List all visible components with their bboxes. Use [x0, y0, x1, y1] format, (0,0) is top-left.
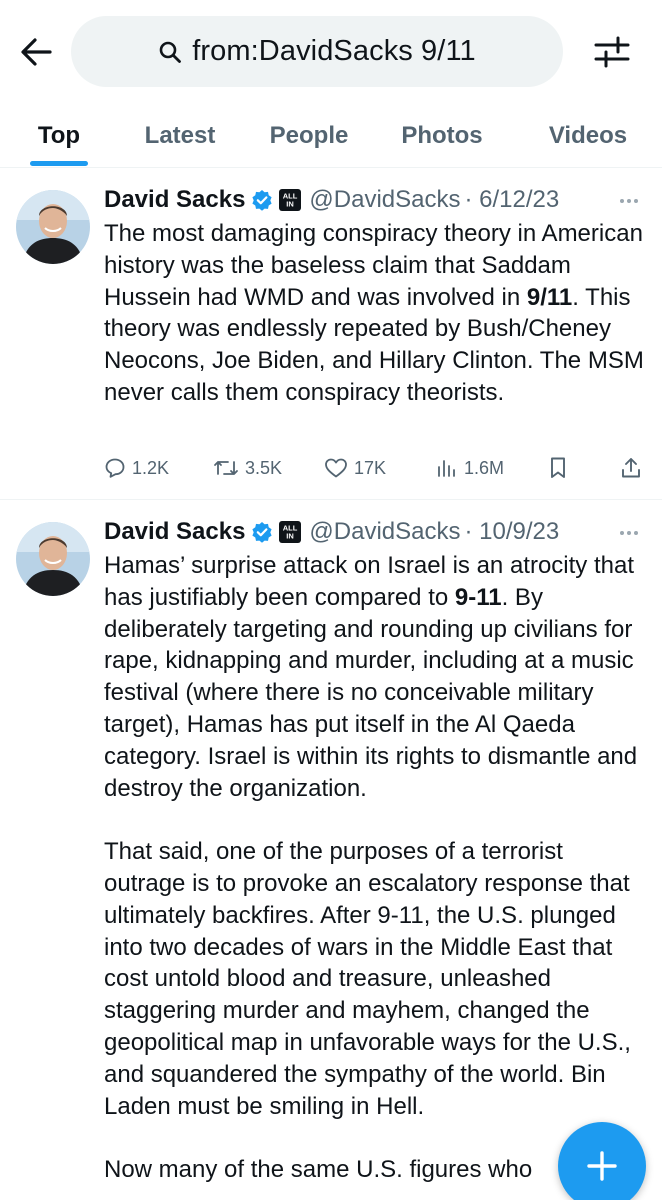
tweet-text: Hamas’ surprise attack on Israel is an a…: [104, 550, 650, 1186]
sliders-icon: [594, 36, 630, 68]
affiliation-badge: ALL IN: [279, 189, 302, 211]
top-bar: from:DavidSacks 9/11: [0, 0, 662, 105]
highlighted-term: 9/11: [526, 283, 573, 311]
compose-button[interactable]: [558, 1122, 646, 1200]
tab-photos[interactable]: Photos: [388, 105, 496, 167]
author-name[interactable]: David Sacks: [104, 518, 245, 546]
search-tabs: Top Latest People Photos Videos: [0, 105, 662, 168]
views-button[interactable]: 1.6M: [436, 453, 504, 483]
highlighted-term: 9-11: [454, 583, 502, 611]
avatar-image: [16, 522, 90, 596]
avatar[interactable]: [16, 522, 90, 596]
svg-text:IN: IN: [287, 200, 295, 209]
repost-count: 3.5K: [245, 457, 283, 478]
like-count: 17K: [354, 457, 387, 478]
repost-button[interactable]: 3.5K: [213, 453, 282, 483]
tweet-paragraph: Hamas’ surprise attack on Israel is an a…: [104, 550, 650, 804]
author-handle[interactable]: @DavidSacks: [309, 186, 460, 214]
search-query: from:DavidSacks 9/11: [192, 35, 476, 67]
bookmark-icon: [551, 457, 565, 478]
ellipsis-icon: [620, 199, 624, 203]
bookmark-button[interactable]: [548, 453, 568, 483]
back-button[interactable]: [14, 30, 58, 74]
plus-icon: [587, 1151, 617, 1181]
tweet-text-run: . By deliberately targeting and rounding…: [104, 583, 638, 802]
like-button[interactable]: 17K: [324, 453, 386, 483]
search-filter-button[interactable]: [588, 30, 636, 74]
verified-badge-icon: [252, 190, 273, 211]
more-options-button[interactable]: [614, 520, 644, 546]
tweet-date[interactable]: · 6/12/23: [465, 186, 560, 214]
tweet-date[interactable]: · 10/9/23: [465, 518, 560, 546]
tab-videos[interactable]: Videos: [532, 105, 644, 167]
svg-text:IN: IN: [287, 532, 295, 541]
magnifier-icon: [159, 41, 182, 63]
heart-icon: [325, 458, 347, 478]
view-count: 1.6M: [464, 457, 505, 478]
more-options-button[interactable]: [614, 188, 644, 214]
tab-latest[interactable]: Latest: [130, 105, 230, 167]
reply-count: 1.2K: [132, 457, 170, 478]
verified-badge-icon: [252, 522, 273, 543]
ellipsis-icon: [620, 531, 624, 535]
author-name[interactable]: David Sacks: [104, 186, 245, 214]
tweet-text-run: Now many of the same U.S. figures who: [104, 1156, 533, 1184]
tweet-paragraph: That said, one of the purposes of a terr…: [104, 836, 650, 1122]
share-icon: [622, 458, 640, 478]
repost-icon: [214, 461, 238, 475]
search-input[interactable]: from:DavidSacks 9/11: [71, 16, 563, 87]
affiliation-logo: ALL IN: [283, 192, 298, 209]
tweet-text-run: That said, one of the purposes of a terr…: [104, 838, 631, 1120]
tweet[interactable]: David Sacks ALL IN @DavidSacks · 6/12/23…: [0, 168, 662, 499]
tab-people[interactable]: People: [254, 105, 364, 167]
author-handle[interactable]: @DavidSacks: [309, 518, 460, 546]
avatar-image: [16, 190, 90, 264]
active-tab-indicator: [30, 161, 88, 166]
arrow-left-icon: [21, 38, 52, 66]
share-button[interactable]: [620, 453, 642, 483]
tweet-text-run: Hamas’ surprise attack on Israel is an a…: [104, 552, 634, 611]
tab-top[interactable]: Top: [20, 105, 98, 167]
tweet[interactable]: David Sacks ALL IN @DavidSacks · 10/9/23…: [0, 500, 662, 1200]
avatar[interactable]: [16, 190, 90, 264]
tweet-text: The most damaging conspiracy theory in A…: [104, 218, 650, 409]
speech-bubble-icon: [105, 458, 125, 478]
tweet-header: David Sacks ALL IN @DavidSacks · 6/12/23: [104, 184, 559, 216]
tweet-header: David Sacks ALL IN @DavidSacks · 10/9/23: [104, 516, 559, 548]
affiliation-badge: ALL IN: [279, 521, 302, 543]
reply-button[interactable]: 1.2K: [104, 453, 169, 483]
tweet-paragraph: The most damaging conspiracy theory in A…: [104, 218, 650, 409]
tweet-actions: 1.2K 3.5K 17K 1.6M: [104, 453, 646, 483]
affiliation-logo: ALL IN: [283, 524, 298, 541]
bar-chart-icon: [438, 460, 455, 477]
